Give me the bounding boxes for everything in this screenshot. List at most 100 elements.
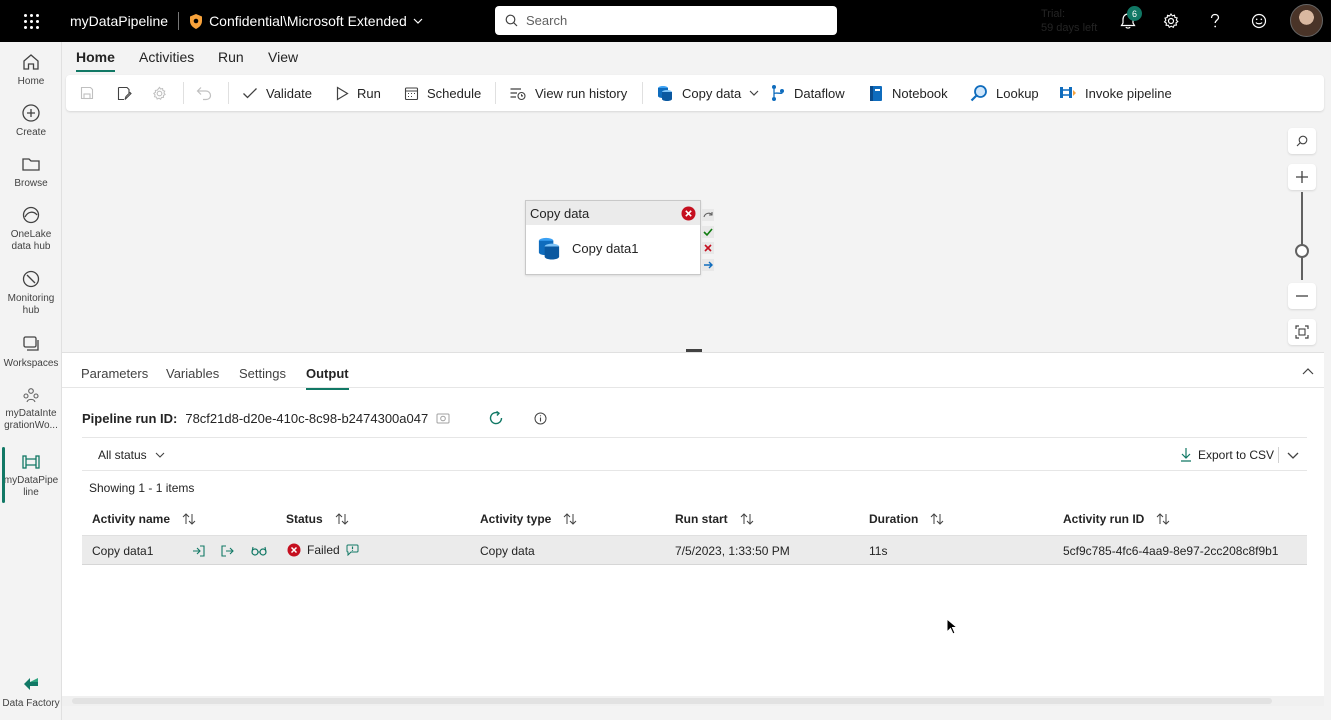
plus-icon [1296,171,1308,183]
rail-label-onelake-1: OneLake [10,229,52,240]
lookup-button[interactable]: Lookup [970,75,1039,111]
onelake-icon [22,206,40,224]
chevron-down-icon [413,18,423,24]
output-icon[interactable] [221,545,234,557]
column-header-activity-run-id[interactable]: Activity run ID [1063,512,1170,526]
search-placeholder: Search [526,13,568,28]
undo-button[interactable] [196,75,212,111]
copy-icon[interactable] [436,412,450,424]
tab-settings[interactable]: Settings [239,366,286,381]
status-filter-label: All status [98,448,147,462]
arrow-right-icon [702,259,714,271]
trial-status[interactable]: Trial: 59 days left [1041,7,1097,35]
ribbon-toolbar: Validate Run Schedule View run history C… [66,75,1324,111]
validate-button[interactable]: Validate [242,75,312,111]
on-skip-connector[interactable] [702,209,714,221]
rail-item-onelake[interactable]: OneLake data hub [0,205,62,253]
column-header-duration[interactable]: Duration [869,512,944,526]
shield-icon [190,13,203,29]
zoom-slider-thumb[interactable] [1295,244,1309,258]
on-fail-connector[interactable] [702,242,714,254]
divider [1278,447,1279,463]
calendar-icon [404,86,419,100]
app-title[interactable]: myDataPipeline [62,13,178,29]
dataflow-button[interactable]: Dataflow [770,75,845,111]
scrollbar-thumb[interactable] [72,698,1272,704]
tab-home[interactable]: Home [76,49,115,72]
activity-card[interactable]: Copy data Copy data1 [525,200,701,275]
rail-item-data-factory[interactable]: Data Factory [0,674,62,710]
info-icon[interactable] [534,412,547,425]
table-row[interactable]: Copy data1 Failed Copy data 7/5/2023, 1:… [82,535,1307,565]
rail-label-create: Create [15,127,46,138]
rail-label-workspaces: Workspaces [3,358,59,369]
tab-output[interactable]: Output [306,366,349,390]
zoom-in-button[interactable] [1288,164,1316,190]
invoke-pipeline-icon [1060,87,1076,98]
lookup-label: Lookup [996,85,1039,101]
refresh-icon[interactable] [488,410,504,426]
settings-button[interactable] [1161,11,1181,31]
fit-to-screen-button[interactable] [1288,319,1316,345]
toolbar-divider [495,82,496,104]
column-header-activity-type[interactable]: Activity type [480,512,577,526]
data-factory-icon [24,678,38,690]
on-success-connector[interactable] [702,226,714,238]
notification-badge: 6 [1127,6,1142,21]
rail-item-workspace[interactable]: myDataInte grationWo... [0,386,62,432]
settings-toolbar-button[interactable] [152,75,167,111]
error-icon[interactable] [681,206,696,221]
invoke-pipeline-button[interactable]: Invoke pipeline [1059,75,1172,111]
tab-activities[interactable]: Activities [139,49,194,65]
column-header-activity-name[interactable]: Activity name [92,512,196,526]
glasses-icon[interactable] [251,545,267,557]
feedback-button[interactable] [1249,11,1269,31]
rail-item-home[interactable]: Home [0,52,62,88]
search-icon [505,14,518,27]
error-details-icon[interactable] [346,544,359,556]
help-button[interactable] [1205,11,1225,31]
search-input[interactable]: Search [495,6,837,35]
cell-activity-run-id: 5cf9c785-4fc6-4aa9-8e97-2cc208c8f9b1 [1063,544,1279,558]
column-header-label: Status [286,512,323,526]
export-csv-button[interactable]: Export to CSV [1180,447,1274,462]
sensitivity-label-button[interactable]: Confidential\Microsoft Extended [179,13,423,29]
notebook-button[interactable]: Notebook [868,75,948,111]
run-label: Run [357,85,381,101]
smiley-icon [1251,13,1267,29]
column-header-status[interactable]: Status [286,512,349,526]
schedule-button[interactable]: Schedule [404,75,481,111]
input-icon[interactable] [192,545,205,557]
help-icon [1210,13,1220,28]
column-header-run-start[interactable]: Run start [675,512,754,526]
save-button[interactable] [80,75,94,111]
run-id-label: Pipeline run ID: [82,410,178,426]
copy-data-label: Copy data [682,85,742,101]
tab-view[interactable]: View [268,49,298,65]
tab-parameters[interactable]: Parameters [81,366,148,381]
on-completion-connector[interactable] [702,259,714,271]
rail-item-workspaces[interactable]: Workspaces [0,334,62,370]
zoom-slider-track[interactable] [1301,192,1303,280]
app-launcher-button[interactable] [0,0,62,42]
checkmark-icon [702,226,714,238]
tab-variables[interactable]: Variables [166,366,219,381]
horizontal-scrollbar[interactable] [62,696,1324,706]
activity-card-header: Copy data [526,201,700,225]
avatar[interactable] [1290,4,1323,37]
rail-item-monitoring[interactable]: Monitoring hub [0,269,62,317]
rail-item-create[interactable]: Create [0,103,62,139]
zoom-out-button[interactable] [1288,283,1316,309]
view-run-history-button[interactable]: View run history [509,75,627,111]
rail-label-monitoring-1: Monitoring [7,293,55,304]
rail-item-browse[interactable]: Browse [0,154,62,190]
tab-run[interactable]: Run [218,49,244,65]
run-button[interactable]: Run [336,75,381,111]
status-filter-dropdown[interactable]: All status [98,448,165,462]
collapse-panel-icon[interactable] [1302,367,1314,375]
save-as-button[interactable] [117,75,132,111]
canvas-search-button[interactable] [1288,128,1316,154]
rail-item-pipeline[interactable]: myDataPipe line [0,447,62,503]
chevron-down-icon[interactable] [1287,450,1299,460]
copy-data-button[interactable]: Copy data [656,75,759,111]
